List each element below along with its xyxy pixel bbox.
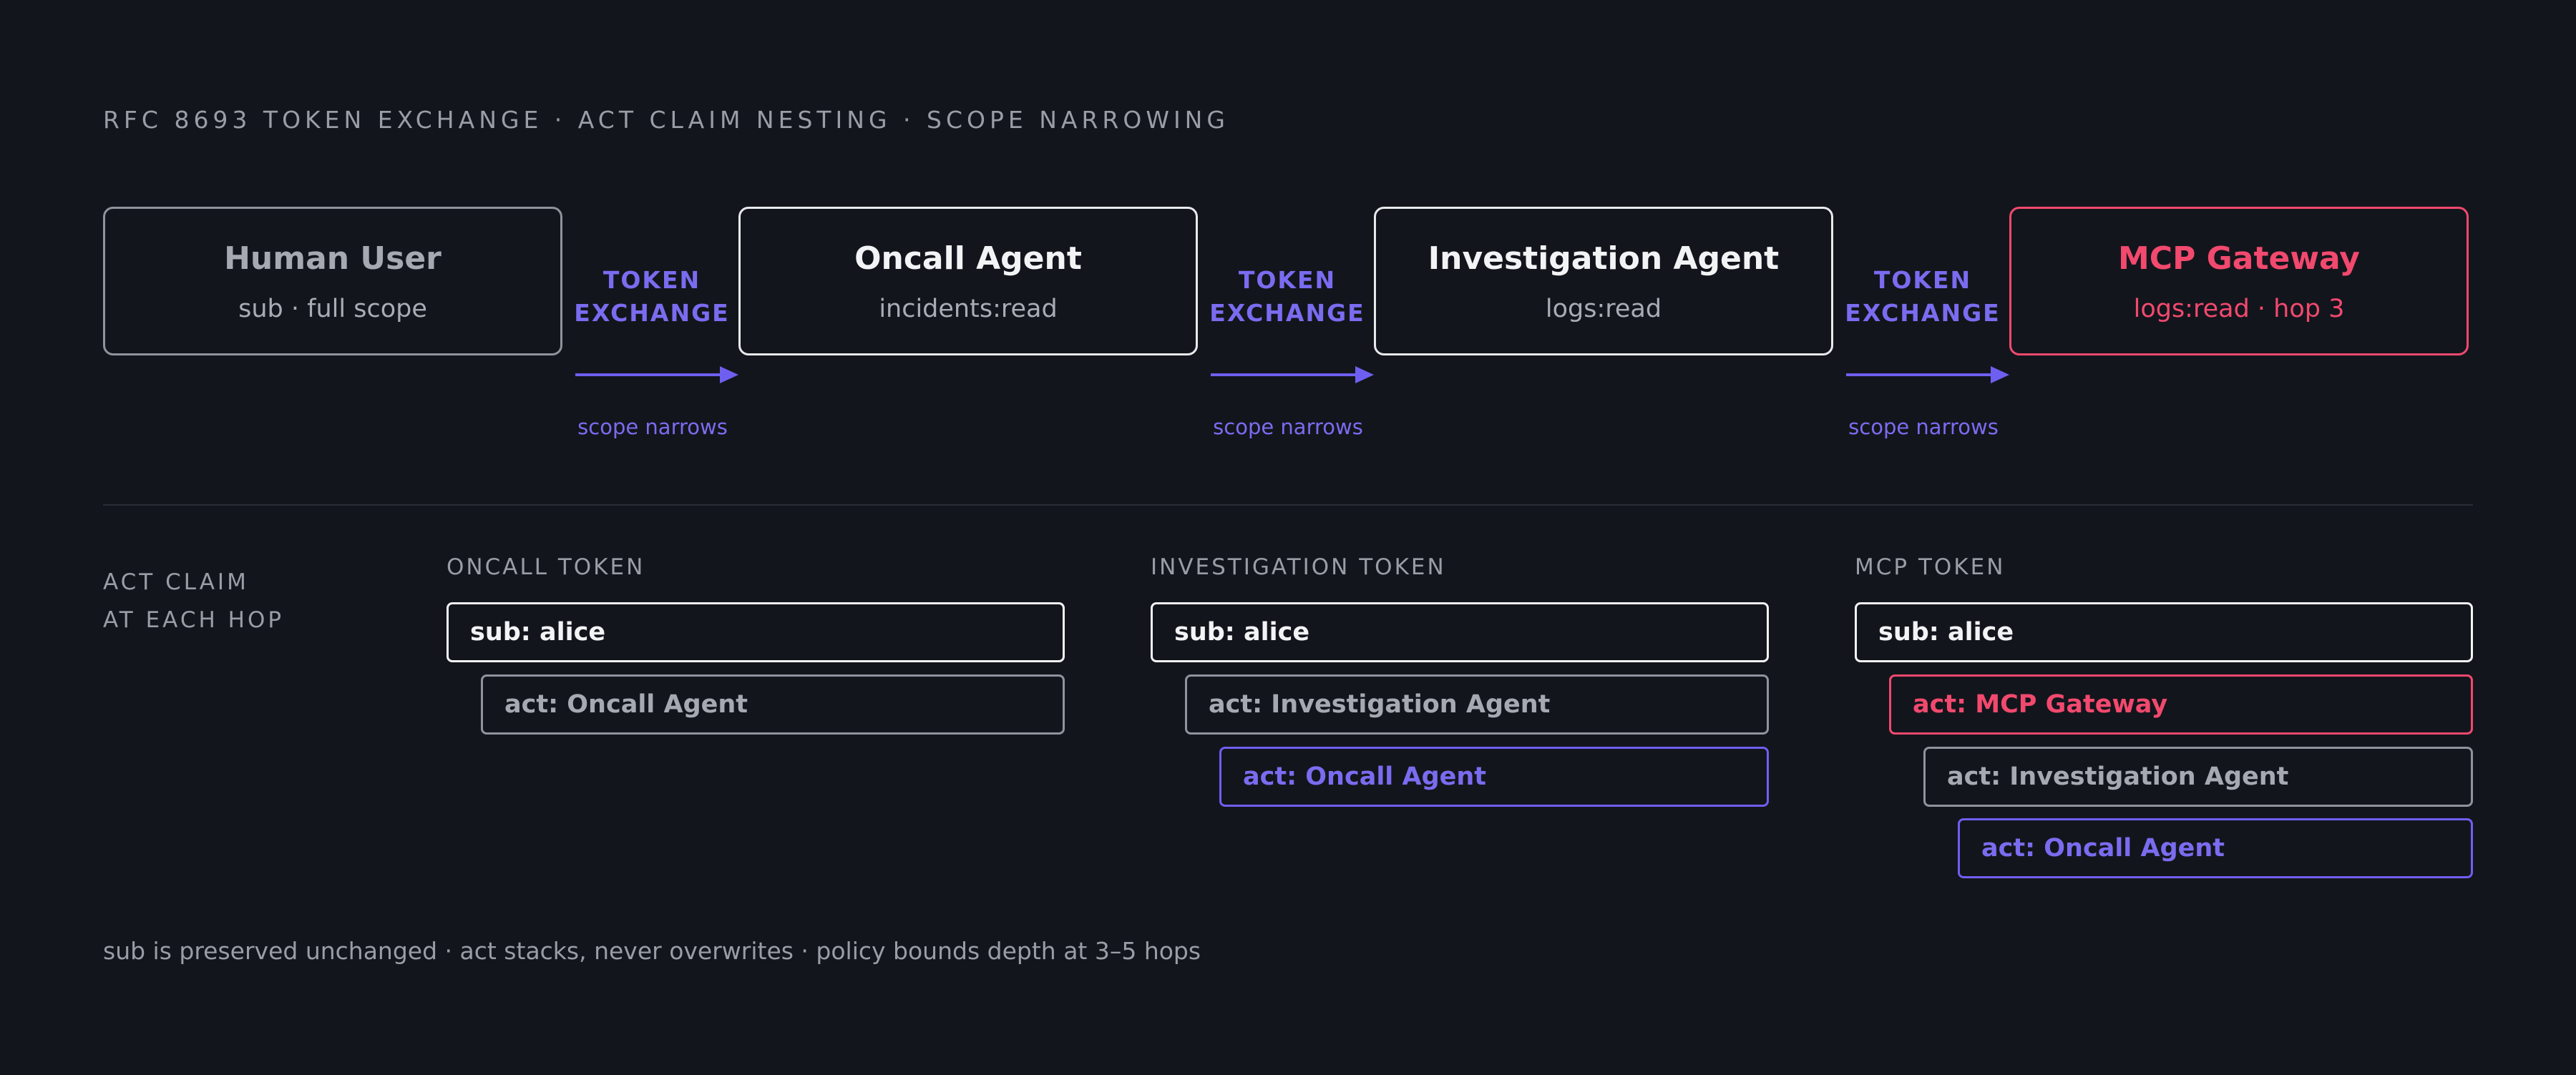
claim-box-sub: sub: alice — [1151, 602, 1769, 662]
token-exchange-line2: EXCHANGE — [574, 299, 730, 327]
node-name: Investigation Agent — [1428, 240, 1780, 277]
claim-box-act: act: Oncall Agent — [1958, 818, 2473, 878]
scope-narrows-caption: scope narrows — [1213, 415, 1363, 439]
token-exchange-label: TOKEN EXCHANGE — [1840, 264, 2005, 330]
page-title: RFC 8693 TOKEN EXCHANGE · ACT CLAIM NEST… — [103, 106, 1229, 134]
arrow-right-icon — [1846, 366, 2009, 383]
node-oncall-agent: Oncall Agent incidents:read — [738, 207, 1198, 355]
node-scope: logs:read — [1545, 295, 1662, 323]
column-title-oncall-token: ONCALL TOKEN — [447, 554, 645, 580]
node-scope: incidents:read — [879, 295, 1058, 323]
column-title-investigation-token: INVESTIGATION TOKEN — [1151, 554, 1446, 580]
claim-box-act: act: Investigation Agent — [1923, 747, 2473, 807]
node-human-user: Human User sub · full scope — [103, 207, 562, 355]
node-mcp-gateway: MCP Gateway logs:read · hop 3 — [2009, 207, 2469, 355]
node-scope: sub · full scope — [238, 295, 427, 323]
token-exchange-line1: TOKEN — [1873, 266, 1972, 294]
act-claim-heading-line2: AT EACH HOP — [103, 607, 285, 633]
footer-note: sub is preserved unchanged · act stacks,… — [103, 937, 1201, 965]
claim-box-act: act: Oncall Agent — [1219, 747, 1769, 807]
arrow-right-icon — [1211, 366, 1374, 383]
scope-narrows-caption: scope narrows — [1848, 415, 1999, 439]
token-exchange-line2: EXCHANGE — [1845, 299, 2001, 327]
claim-box-sub: sub: alice — [1855, 602, 2473, 662]
token-exchange-label: TOKEN EXCHANGE — [1205, 264, 1370, 330]
node-scope: logs:read · hop 3 — [2133, 295, 2345, 323]
token-exchange-line1: TOKEN — [1238, 266, 1337, 294]
claim-box-sub: sub: alice — [447, 602, 1065, 662]
token-exchange-line2: EXCHANGE — [1209, 299, 1365, 327]
claim-box-act: act: Investigation Agent — [1185, 674, 1769, 735]
act-claim-heading: ACT CLAIM AT EACH HOP — [103, 564, 284, 639]
token-exchange-label: TOKEN EXCHANGE — [570, 264, 734, 330]
act-claim-heading-line1: ACT CLAIM — [103, 569, 249, 595]
claim-box-act: act: MCP Gateway — [1889, 674, 2473, 735]
node-name: Human User — [224, 240, 441, 277]
token-exchange-line1: TOKEN — [602, 266, 701, 294]
scope-narrows-caption: scope narrows — [577, 415, 728, 439]
section-divider — [103, 504, 2473, 506]
claim-box-act: act: Oncall Agent — [481, 674, 1065, 735]
node-investigation-agent: Investigation Agent logs:read — [1374, 207, 1833, 355]
node-name: MCP Gateway — [2118, 240, 2360, 277]
column-title-mcp-token: MCP TOKEN — [1855, 554, 2006, 580]
node-name: Oncall Agent — [854, 240, 1082, 277]
arrow-right-icon — [575, 366, 738, 383]
